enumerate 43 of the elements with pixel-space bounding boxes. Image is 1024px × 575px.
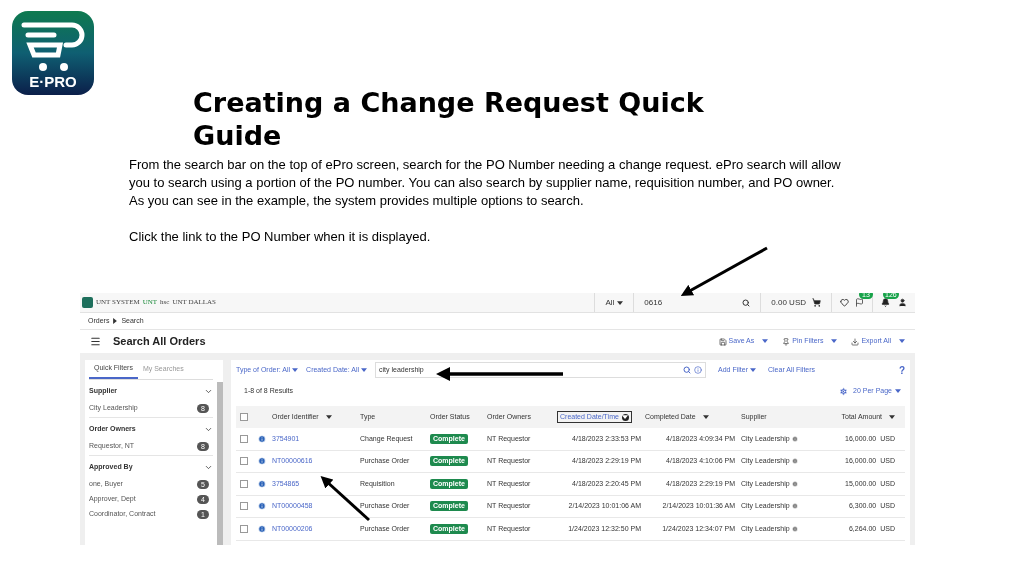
caret-icon [831,339,838,344]
caret-icon [622,415,629,419]
info-icon[interactable] [694,366,702,374]
caret-icon [889,414,895,419]
cart-icon[interactable] [812,298,821,307]
cart-total: 0.00 USD [771,296,806,309]
instruction-text: Click the link to the PO Number when it is displayed. [129,228,432,246]
page-heading: Search All Orders [113,334,207,350]
search-icon[interactable] [683,366,691,374]
caret-icon [361,368,367,372]
settings-icon[interactable] [839,386,849,396]
bell-icon[interactable] [881,298,890,307]
logo-text: E·PRO [28,74,78,89]
page-title: Creating a Change Request Quick Guide [193,86,705,152]
menu-icon[interactable] [90,336,101,347]
checkbox[interactable] [240,479,248,488]
cart-logo-icon [12,11,94,95]
help-link[interactable]: ? [898,362,905,378]
checkbox[interactable] [240,524,248,533]
scope-dropdown[interactable]: All [594,293,634,312]
action-icon [718,337,727,346]
user-icon[interactable] [898,298,907,307]
checkbox[interactable] [240,413,248,421]
action-icon [851,337,860,346]
caret-icon [762,339,769,344]
caret-icon [750,368,756,372]
instruction-text: From the search bar on the top of ePro screen, search for the PO Number needing a change request. ePro search will allow you to search using a portion of the PO number. You can also search by supplier name, requisition number, and PO owner. As you can see in the example, the system provides multiple options to search. [129,156,842,210]
checkbox[interactable] [240,457,248,466]
heart-icon[interactable] [840,298,849,307]
brand-icon [82,297,93,308]
action-icon [782,337,791,346]
search-field[interactable]: 0616 [633,293,762,312]
caret-icon [292,368,299,372]
checkbox[interactable] [240,434,248,443]
caret-icon [702,414,709,419]
caret-icon [899,339,905,344]
caret-icon [113,318,118,324]
caret-icon [895,389,901,393]
caret-icon [325,414,332,419]
caret-icon [617,300,624,305]
flag-icon[interactable] [855,298,864,307]
checkbox[interactable] [240,502,248,511]
search-icon[interactable] [742,298,751,307]
